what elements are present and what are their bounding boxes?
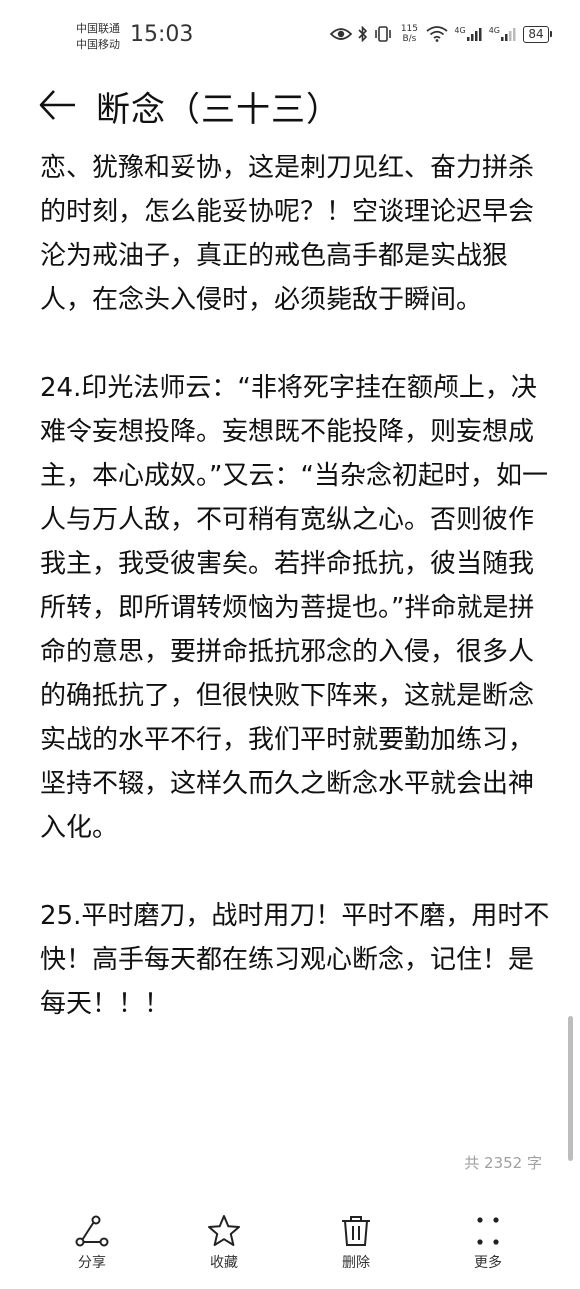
- bottom-toolbar: 分享 收藏 删除 更多: [0, 1210, 580, 1289]
- favorite-label: 收藏: [210, 1255, 238, 1271]
- battery-icon: 84: [523, 25, 552, 43]
- signal-2-label: 4G: [488, 26, 500, 35]
- battery-level: 84: [523, 25, 549, 43]
- status-icons: 115 B/s 4G 4G 84: [330, 24, 552, 44]
- vibrate-icon: [374, 26, 392, 42]
- favorite-button[interactable]: 收藏: [174, 1214, 274, 1272]
- eye-icon: [330, 27, 353, 41]
- net-speed-unit: B/s: [402, 34, 417, 44]
- signal-icon: 4G: [454, 27, 482, 41]
- article-paragraph-2: 24.印光法师云：“非将死字挂在额颅上，决难令妄想投降。妄想既不能投降，则妄想成…: [40, 373, 548, 843]
- share-label: 分享: [78, 1255, 106, 1271]
- article-paragraph-3: 25.平时磨刀，战时用刀！平时不磨，用时不快！高手每天都在练习观心断念，记住！是…: [40, 901, 550, 1019]
- share-icon: [42, 1214, 142, 1248]
- carrier-1: 中国联通: [76, 22, 120, 35]
- carrier-info: 中国联通 中国移动: [76, 21, 120, 53]
- page-title: 断念（三十三）: [96, 90, 341, 130]
- word-count: 共 2352 字: [464, 1154, 542, 1172]
- article-paragraph-1: 恋、犹豫和妥协，这是刺刀见红、奋力拼杀的时刻，怎么能妥协呢？！空谈理论迟早会沦为…: [40, 153, 535, 315]
- more-dots-icon: [438, 1214, 538, 1248]
- article-body: 恋、犹豫和妥协，这是刺刀见红、奋力拼杀的时刻，怎么能妥协呢？！空谈理论迟早会沦为…: [40, 146, 550, 1026]
- delete-button[interactable]: 删除: [306, 1214, 406, 1272]
- scrollbar[interactable]: [568, 1016, 573, 1161]
- trash-icon: [306, 1214, 406, 1248]
- delete-label: 删除: [342, 1255, 370, 1271]
- app-header: 断念（三十三）: [0, 70, 580, 140]
- bluetooth-icon: [358, 26, 368, 42]
- star-icon: [174, 1214, 274, 1248]
- more-button[interactable]: 更多: [438, 1214, 538, 1272]
- status-bar: 中国联通 中国移动 15:03 115 B/s 4G 4G 84: [0, 0, 580, 70]
- more-label: 更多: [474, 1255, 502, 1271]
- net-speed-value: 115: [400, 24, 418, 34]
- net-speed: 115 B/s: [398, 24, 420, 44]
- wifi-icon: [426, 26, 448, 42]
- share-button[interactable]: 分享: [42, 1214, 142, 1272]
- signal-2-icon: 4G: [489, 27, 517, 41]
- signal-1-label: 4G: [454, 26, 466, 35]
- back-arrow-icon[interactable]: [38, 88, 78, 122]
- status-time: 15:03: [130, 22, 194, 47]
- carrier-2: 中国移动: [76, 38, 120, 51]
